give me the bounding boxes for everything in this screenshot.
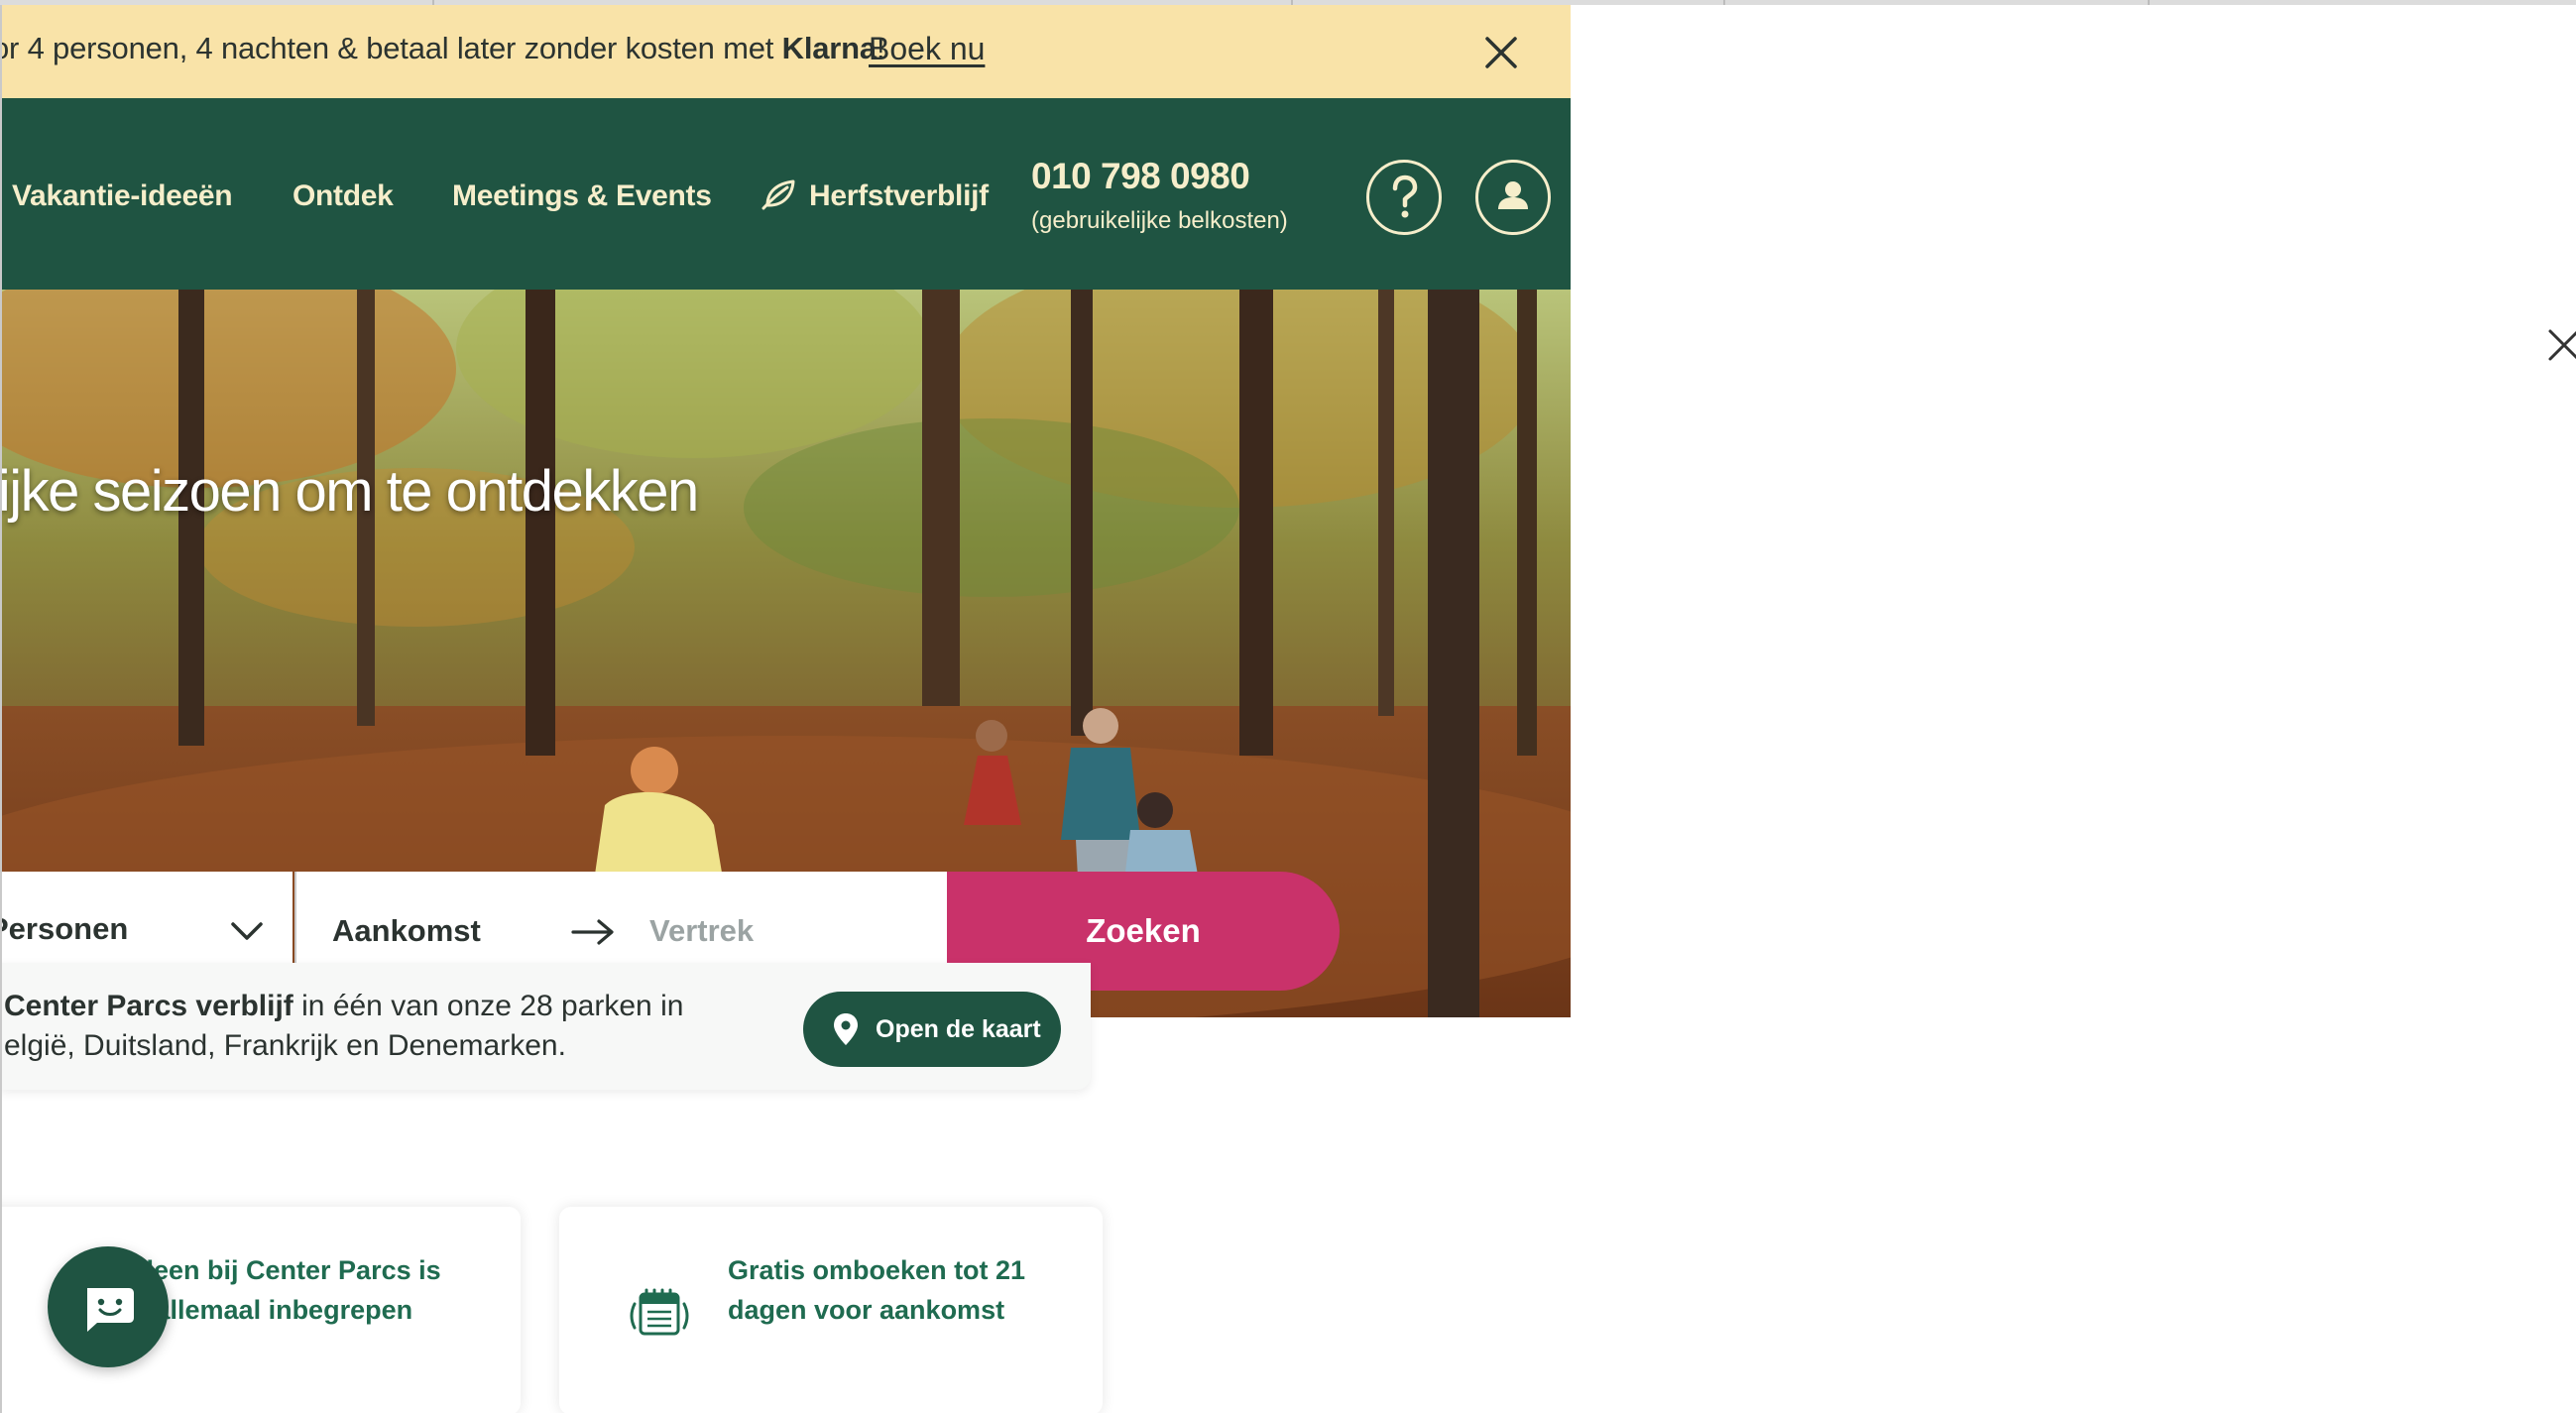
nav-item-holiday-ideas[interactable]: Vakantie-ideeën — [12, 179, 233, 213]
book-now-link[interactable]: Boek nu — [869, 31, 985, 67]
main-nav: Vakantie-ideeën Ontdek Meetings & Events… — [0, 98, 1571, 290]
hero-image: rijke seizoen om te ontdekken Personen A… — [0, 290, 1571, 1017]
persons-label: Personen — [0, 911, 129, 946]
promo-banner: or 4 personen, 4 nachten & betaal later … — [0, 5, 1571, 98]
leaf-icon — [760, 177, 799, 211]
help-button[interactable] — [1366, 160, 1442, 235]
nav-item-meetings-events[interactable]: Meetings & Events — [452, 179, 712, 213]
banner-text: or 4 personen, 4 nachten & betaal later … — [0, 31, 885, 65]
question-icon — [1392, 175, 1418, 218]
arrival-field[interactable]: Aankomst — [332, 913, 481, 949]
usp-all-inclusive-text: lleen bij Center Parcs is t allemaal inbe… — [139, 1255, 441, 1325]
klarna-brand: Klarna — [781, 31, 877, 65]
map-pin-icon — [833, 1012, 859, 1046]
chat-button[interactable] — [48, 1246, 169, 1367]
phone-number[interactable]: 010 798 0980 — [1031, 156, 1250, 197]
account-button[interactable] — [1475, 160, 1551, 235]
open-map-button[interactable]: Open de kaart — [803, 992, 1061, 1067]
close-icon[interactable] — [1481, 33, 1521, 72]
chevron-down-icon — [230, 919, 264, 943]
user-icon — [1498, 181, 1528, 209]
parks-info-card: Center Parcs verblijf in één van onze 28… — [0, 963, 1091, 1090]
nav-item-autumn-stay[interactable]: Herfstverblijf — [809, 179, 989, 213]
usp-free-rebooking-text: Gratis omboeken tot 21 dagen voor aankoms… — [728, 1255, 1026, 1325]
arrow-right-icon — [570, 917, 616, 947]
open-map-label: Open de kaart — [876, 1015, 1041, 1043]
page-viewport: or 4 personen, 4 nachten & betaal later … — [0, 5, 1571, 1413]
nav-item-discover[interactable]: Ontdek — [293, 179, 394, 213]
phone-note: (gebruikelijke belkosten) — [1031, 207, 1288, 234]
hero-title: rijke seizoen om te ontdekken — [0, 459, 699, 524]
chat-icon — [87, 1288, 134, 1332]
departure-field[interactable]: Vertrek — [649, 913, 754, 949]
panel-close-icon[interactable] — [2544, 325, 2576, 365]
parks-info-text: Center Parcs verblijf in één van onze 28… — [4, 990, 684, 1062]
viewport-edge — [0, 5, 2, 1413]
calendar-icon — [625, 1284, 694, 1344]
